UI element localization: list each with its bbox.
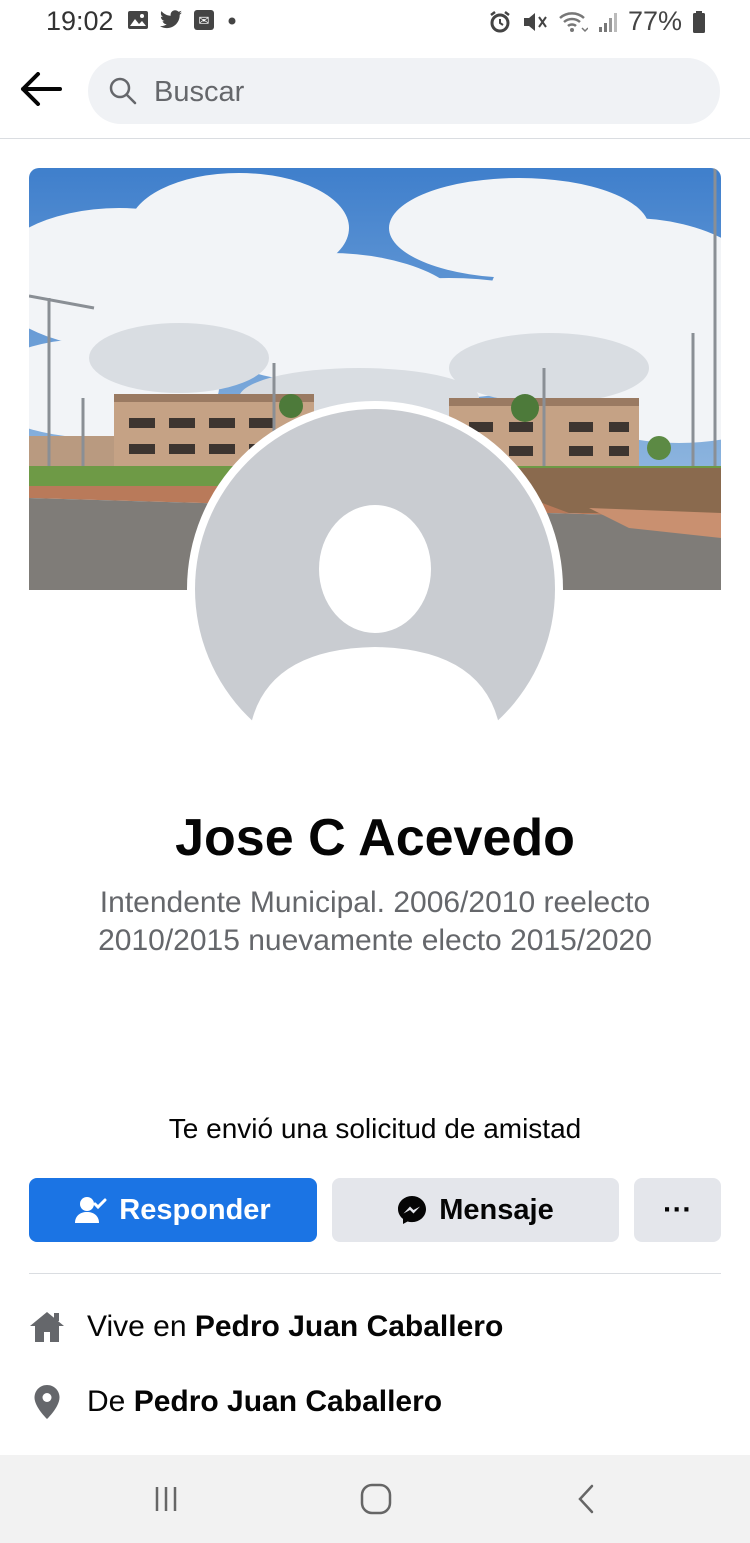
- search-header: [0, 44, 750, 139]
- message-button-label: Mensaje: [439, 1193, 554, 1226]
- app-icon: ✉: [194, 10, 214, 30]
- messenger-icon: [398, 1196, 427, 1224]
- search-icon: [109, 77, 137, 105]
- twitter-icon: [160, 10, 182, 29]
- wifi-icon: [559, 11, 588, 32]
- more-options-button[interactable]: ···: [634, 1178, 721, 1242]
- recent-apps-icon: [155, 1487, 177, 1511]
- svg-text:✉: ✉: [199, 14, 210, 29]
- mute-icon: [523, 12, 547, 31]
- profile-name: Jose C Acevedo: [175, 809, 575, 867]
- lives-in-row: Vive en Pedro Juan Caballero: [29, 1307, 721, 1347]
- friend-request-text: Te envió una solicitud de amistad: [168, 1113, 582, 1144]
- home-nav-icon: [360, 1483, 392, 1515]
- search-input[interactable]: [152, 58, 696, 126]
- profile-bio: Intendente Municipal. 2006/2010 reelecto…: [0, 884, 750, 960]
- profile-bio-line: 2010/2015 nuevamente electo 2015/2020: [98, 924, 652, 957]
- battery-icon: [693, 10, 705, 33]
- battery-percent: 77%: [627, 6, 682, 36]
- home-icon: [30, 1312, 64, 1342]
- system-navigation-bar: [0, 1455, 750, 1543]
- back-nav-icon: [578, 1484, 594, 1514]
- back-button[interactable]: [20, 72, 66, 112]
- from-row: De Pedro Juan Caballero: [29, 1382, 721, 1422]
- status-time: 19:02: [46, 6, 114, 36]
- profile-bio-line: Intendente Municipal. 2006/2010 reelecto: [99, 886, 651, 919]
- more-options-icon: ···: [663, 1193, 692, 1226]
- location-pin-icon: [34, 1385, 60, 1419]
- gallery-icon: [128, 11, 148, 29]
- respond-button-label: Responder: [119, 1193, 271, 1226]
- lives-in-city[interactable]: Pedro Juan Caballero: [195, 1310, 503, 1343]
- from-city[interactable]: Pedro Juan Caballero: [134, 1385, 442, 1418]
- dot-icon: [228, 17, 236, 25]
- from-prefix: De: [87, 1385, 134, 1418]
- recent-apps-button[interactable]: [136, 1477, 196, 1521]
- signal-icon: [598, 12, 617, 32]
- home-button[interactable]: [346, 1477, 406, 1521]
- respond-button[interactable]: Responder: [29, 1178, 317, 1242]
- default-avatar-icon: [195, 409, 555, 769]
- status-bar: 19:02 ✉ 77%: [0, 0, 750, 44]
- alarm-icon: [490, 10, 510, 32]
- back-arrow-icon: [21, 72, 62, 106]
- message-button[interactable]: Mensaje: [332, 1178, 619, 1242]
- divider: [29, 1273, 721, 1274]
- system-back-button[interactable]: [556, 1477, 616, 1521]
- profile-avatar[interactable]: [187, 401, 563, 777]
- search-box[interactable]: [88, 58, 720, 126]
- lives-in-prefix: Vive en: [87, 1310, 195, 1343]
- friend-request-icon: [75, 1197, 107, 1223]
